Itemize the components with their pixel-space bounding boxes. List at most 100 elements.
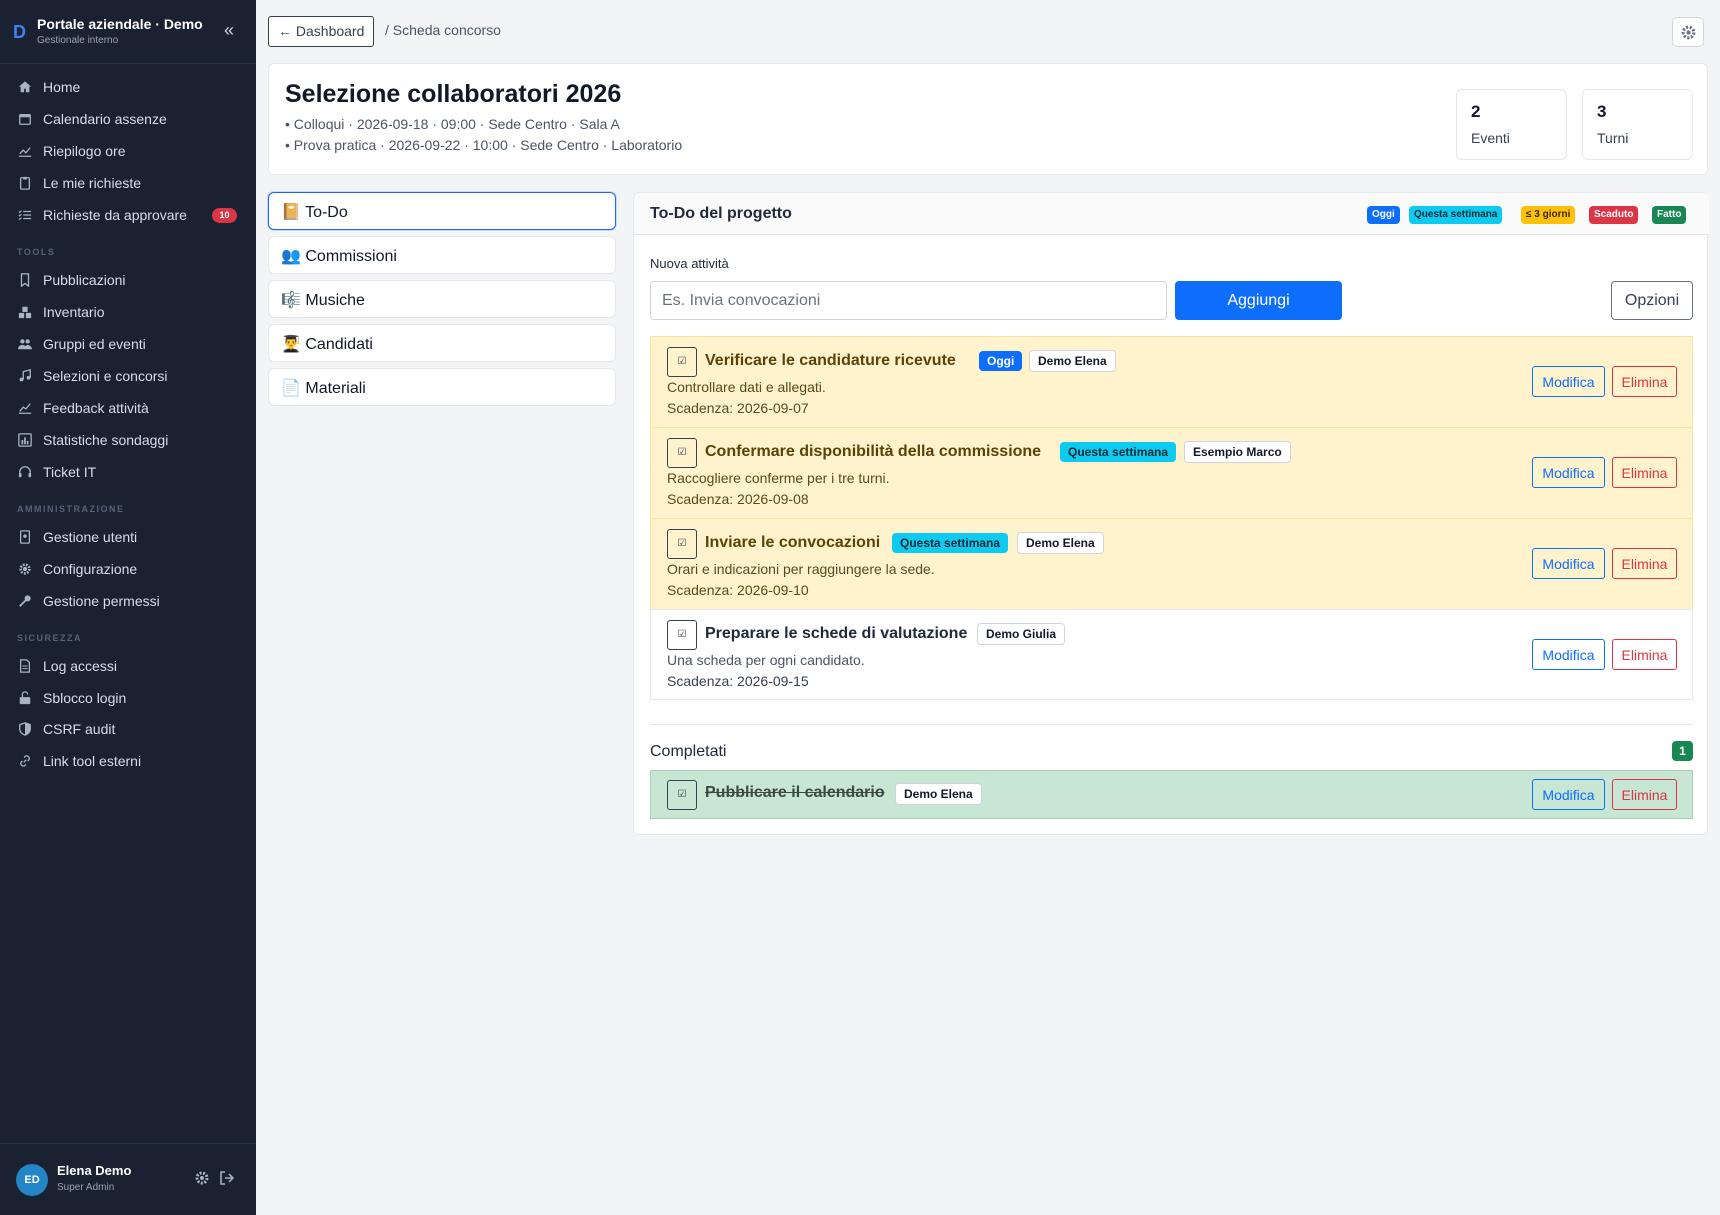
settings-gear-icon[interactable] [194, 1170, 210, 1186]
sidebar-item-utenti[interactable]: Gestione utenti [0, 523, 256, 551]
sidebar: D Portale aziendale · Demo Gestionale in… [0, 0, 256, 1215]
event-line: • Colloqui · 2026-09-18 · 09:00 · Sede C… [285, 116, 620, 132]
section-sicurezza: SICUREZZA [17, 633, 82, 643]
back-to-dashboard-button[interactable]: ← Dashboard [268, 16, 375, 47]
edit-task-button[interactable]: Modifica [1532, 639, 1605, 670]
sidebar-item-label: Gestione utenti [43, 529, 138, 545]
sidebar-item-calendario[interactable]: Calendario assenze [0, 105, 256, 133]
task-complete-checkbox[interactable]: ☑ [667, 529, 697, 559]
task-description: Orari e indicazioni per raggiungere la s… [667, 561, 935, 577]
stat-label: Eventi [1471, 130, 1510, 146]
sidebar-item-csrf[interactable]: CSRF audit [0, 715, 256, 743]
new-task-label: Nuova attività [650, 256, 729, 271]
shield-icon [19, 722, 31, 736]
edit-task-button[interactable]: Modifica [1532, 548, 1605, 579]
legend-badge-fatto: Fatto [1652, 206, 1687, 224]
sidebar-item-approvare[interactable]: Richieste da approvare 10 [0, 201, 256, 229]
sidebar-item-inventario[interactable]: Inventario [0, 298, 256, 326]
sidebar-item-configurazione[interactable]: Configurazione [0, 555, 256, 583]
due-badge: Questa settimana [1060, 442, 1177, 462]
sidebar-item-label: Le mie richieste [43, 175, 142, 191]
completed-count-badge: 1 [1672, 741, 1693, 761]
new-task-input[interactable] [650, 281, 1167, 320]
sidebar-item-gruppi[interactable]: Gruppi ed eventi [0, 330, 256, 358]
breadcrumb: / Scheda concorso [385, 22, 501, 38]
brand: D Portale aziendale · Demo Gestionale in… [0, 0, 256, 64]
delete-task-button[interactable]: Elimina [1612, 548, 1677, 579]
add-task-button[interactable]: Aggiungi [1175, 281, 1342, 320]
stat-value: 3 [1597, 102, 1607, 121]
sidebar-item-link-esterni[interactable]: Link tool esterni [0, 747, 256, 775]
tab-commissioni[interactable]: 👥 Commissioni [268, 236, 616, 274]
sidebar-item-label: Home [43, 79, 81, 95]
owner-badge: Demo Elena [1029, 350, 1116, 372]
task-complete-checkbox[interactable]: ☑ [667, 620, 697, 650]
tab-todo[interactable]: 📔 To-Do [268, 192, 616, 230]
sidebar-item-label: Feedback attività [43, 400, 149, 416]
sidebar-item-label: Sblocco login [43, 690, 127, 706]
sidebar-item-label: Log accessi [43, 658, 117, 674]
stat-label: Turni [1597, 130, 1629, 146]
todo-panel: To-Do del progetto Oggi Questa settimana… [633, 192, 1709, 835]
task-description: Controllare dati e allegati. [667, 379, 826, 395]
user-badge-icon [19, 530, 31, 544]
tab-candidati[interactable]: 👨‍🎓 Candidati [268, 324, 616, 362]
completed-task-row: ☑ Pubblicare il calendario Demo Elena Mo… [650, 770, 1693, 819]
owner-badge: Demo Elena [1017, 532, 1104, 554]
chart-line-icon [18, 147, 32, 157]
edit-task-button[interactable]: Modifica [1532, 779, 1605, 810]
legend-badge-3-giorni: ≤ 3 giorni [1521, 206, 1576, 224]
options-button[interactable]: Opzioni [1611, 281, 1693, 320]
graph-icon [18, 403, 32, 414]
sidebar-item-pubblicazioni[interactable]: Pubblicazioni [0, 266, 256, 294]
competition-header: Selezione collaboratori 2026 • Colloqui … [268, 63, 1708, 175]
panel-header: To-Do del progetto Oggi Questa settimana… [634, 193, 1709, 235]
task-row: ☑ Confermare disponibilità della commiss… [650, 427, 1693, 518]
divider [650, 724, 1693, 725]
stat-value: 2 [1471, 102, 1481, 121]
sidebar-item-statistiche[interactable]: Statistiche sondaggi [0, 426, 256, 454]
sidebar-item-permessi[interactable]: Gestione permessi [0, 587, 256, 615]
tab-label: 📄 Materiali [281, 380, 366, 397]
task-row: ☑ Verificare le candidature ricevute Ogg… [650, 336, 1693, 427]
task-description: Raccogliere conferme per i tre turni. [667, 470, 890, 486]
task-due-date: Scadenza: 2026-09-10 [667, 582, 809, 598]
boxes-icon [18, 306, 32, 319]
bookmark-icon [20, 273, 30, 287]
delete-task-button[interactable]: Elimina [1612, 639, 1677, 670]
sidebar-item-home[interactable]: Home [0, 73, 256, 101]
sidebar-item-label: Configurazione [43, 561, 138, 577]
task-complete-checkbox[interactable]: ☑ [667, 780, 697, 810]
logout-icon[interactable] [219, 1170, 235, 1186]
task-title: Inviare le convocazioni [705, 534, 881, 551]
sidebar-item-feedback[interactable]: Feedback attività [0, 394, 256, 422]
sidebar-item-log[interactable]: Log accessi [0, 652, 256, 680]
tab-musiche[interactable]: 🎼 Musiche [268, 280, 616, 318]
key-icon [19, 595, 31, 607]
task-complete-checkbox[interactable]: ☑ [667, 438, 697, 468]
task-title: Preparare le schede di valutazione [705, 625, 968, 642]
user-role: Super Admin [57, 1182, 115, 1193]
tab-label: 🎼 Musiche [281, 292, 365, 309]
edit-task-button[interactable]: Modifica [1532, 457, 1605, 488]
collapse-sidebar-button[interactable]: « [219, 21, 239, 41]
brand-logo: D [13, 22, 26, 42]
delete-task-button[interactable]: Elimina [1612, 779, 1677, 810]
delete-task-button[interactable]: Elimina [1612, 366, 1677, 397]
sidebar-item-riepilogo[interactable]: Riepilogo ore [0, 137, 256, 165]
panel-title: To-Do del progetto [650, 205, 792, 222]
theme-toggle-button[interactable] [1672, 17, 1704, 47]
tab-label: 👨‍🎓 Candidati [281, 336, 373, 353]
sidebar-item-selezioni[interactable]: Selezioni e concorsi [0, 362, 256, 390]
edit-task-button[interactable]: Modifica [1532, 366, 1605, 397]
task-complete-checkbox[interactable]: ☑ [667, 347, 697, 377]
tab-materiali[interactable]: 📄 Materiali [268, 368, 616, 406]
link-icon [20, 755, 30, 767]
task-row: ☑ Inviare le convocazioni Questa settima… [650, 518, 1693, 609]
sidebar-item-richieste[interactable]: Le mie richieste [0, 169, 256, 197]
file-log-icon [19, 659, 31, 673]
sidebar-item-sblocco[interactable]: Sblocco login [0, 684, 256, 712]
task-title: Pubblicare il calendario [705, 784, 885, 801]
sidebar-item-ticket[interactable]: Ticket IT [0, 458, 256, 486]
delete-task-button[interactable]: Elimina [1612, 457, 1677, 488]
